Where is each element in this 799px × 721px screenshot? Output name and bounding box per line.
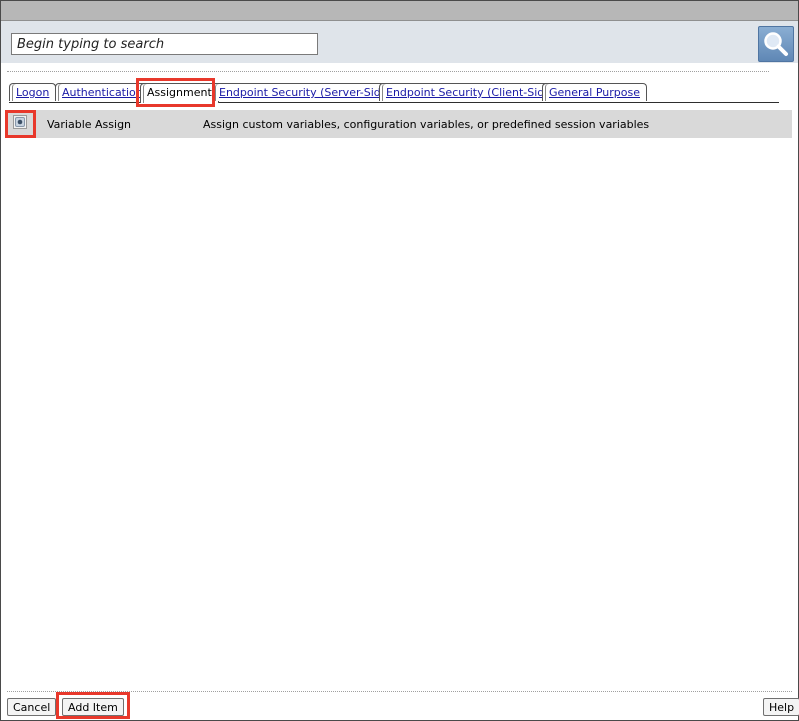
footer-separator: [7, 691, 792, 692]
cancel-button[interactable]: Cancel: [7, 698, 57, 716]
tab-assignment-label: Assignment: [147, 86, 212, 99]
tab-logon[interactable]: Logon: [9, 83, 57, 101]
search-button[interactable]: [758, 26, 794, 62]
item-description: Assign custom variables, configuration v…: [203, 118, 650, 131]
dialog-window: Logon Authentication Assignment Endpoint…: [0, 0, 799, 721]
radio-dot-icon: [15, 117, 25, 127]
title-bar: [1, 1, 798, 21]
tab-endpoint-security-client[interactable]: Endpoint Security (Client-Side): [379, 83, 563, 101]
tab-endpoint-client-label[interactable]: Endpoint Security (Client-Side): [386, 86, 555, 99]
list-item[interactable]: Variable Assign Assign custom variables,…: [7, 110, 792, 138]
item-name: Variable Assign: [47, 118, 132, 131]
tab-assignment[interactable]: Assignment: [140, 83, 219, 103]
tab-endpoint-security-server[interactable]: Endpoint Security (Server-Side): [212, 83, 399, 101]
tab-endpoint-server-label[interactable]: Endpoint Security (Server-Side): [219, 86, 392, 99]
radio-button[interactable]: [13, 115, 27, 129]
magnifier-icon: [764, 32, 788, 56]
search-bar: [1, 21, 798, 63]
category-tabs: Logon Authentication Assignment Endpoint…: [9, 83, 779, 103]
tab-logon-label[interactable]: Logon: [16, 86, 49, 99]
tab-authentication[interactable]: Authentication: [55, 83, 150, 101]
separator: [7, 71, 769, 72]
search-input[interactable]: [11, 33, 318, 55]
tab-general-purpose[interactable]: General Purpose: [542, 83, 647, 101]
add-item-button[interactable]: Add Item: [62, 698, 124, 716]
help-button[interactable]: Help: [763, 698, 799, 716]
tab-general-purpose-label[interactable]: General Purpose: [549, 86, 640, 99]
tab-authentication-label[interactable]: Authentication: [62, 86, 143, 99]
